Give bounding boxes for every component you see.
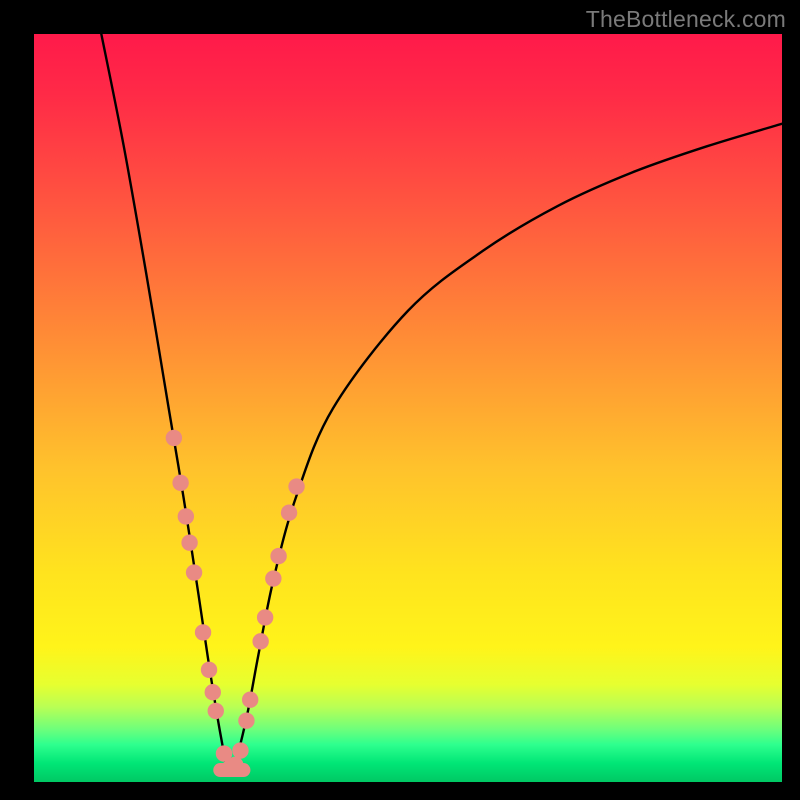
highlight-point <box>208 703 224 719</box>
curve-layer <box>101 34 782 772</box>
highlight-point <box>227 757 243 773</box>
plot-area <box>34 34 782 782</box>
highlight-point <box>201 662 217 678</box>
marker-layer <box>166 430 305 777</box>
chart-svg <box>34 34 782 782</box>
highlight-point <box>242 692 258 708</box>
highlight-point <box>281 505 297 521</box>
highlight-point <box>181 534 197 550</box>
bottleneck-curve <box>101 34 782 772</box>
watermark-text: TheBottleneck.com <box>586 6 786 33</box>
highlight-point <box>178 508 194 524</box>
highlight-point <box>270 548 286 564</box>
highlight-point <box>195 624 211 640</box>
highlight-point <box>288 478 304 494</box>
highlight-point <box>257 609 273 625</box>
highlight-point <box>265 570 281 586</box>
highlight-point <box>252 633 268 649</box>
chart-frame: TheBottleneck.com <box>0 0 800 800</box>
highlight-point <box>238 712 254 728</box>
highlight-point <box>172 475 188 491</box>
highlight-point <box>186 564 202 580</box>
highlight-point <box>232 742 248 758</box>
highlight-point <box>205 684 221 700</box>
highlight-point <box>166 430 182 446</box>
